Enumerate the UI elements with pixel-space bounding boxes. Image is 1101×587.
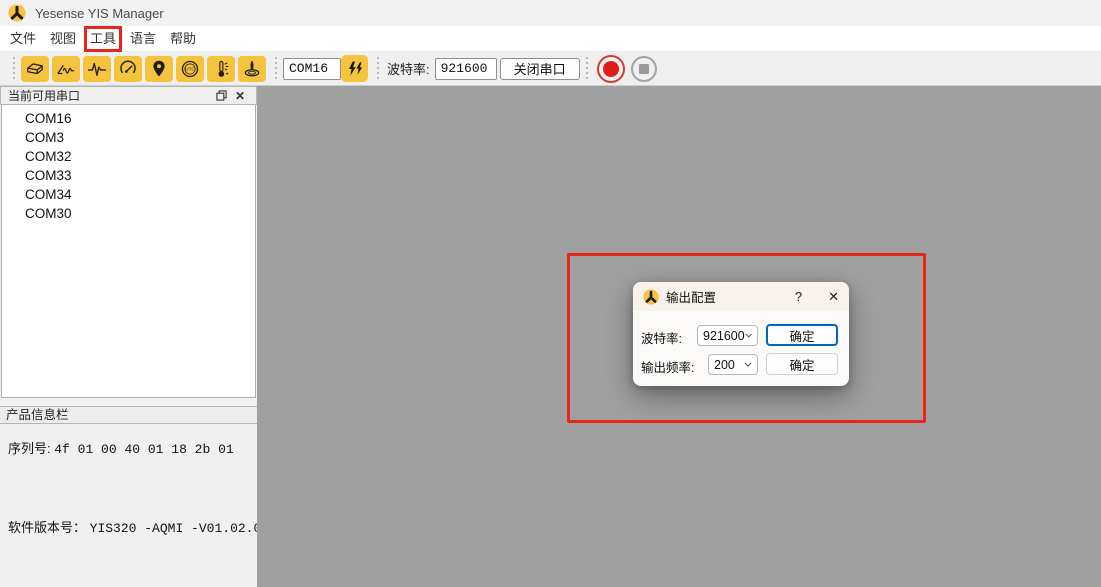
dialog-close-button[interactable]: ✕	[828, 290, 839, 303]
svg-text:UTC: UTC	[185, 66, 195, 71]
double-lightning-icon	[346, 60, 364, 78]
dialog-freq-ok-button[interactable]: 确定	[766, 353, 838, 375]
baud-rate-value: 921600	[441, 61, 488, 76]
record-icon	[603, 61, 619, 77]
dialog-freq-select[interactable]: 200	[708, 354, 758, 375]
dialog-title-bar: 输出配置 ? ✕	[633, 282, 849, 311]
ports-panel-header: 当前可用串口 ✕	[0, 86, 257, 105]
toolbar-drag-handle[interactable]	[585, 57, 589, 81]
close-serial-port-button[interactable]: 关闭串口	[500, 58, 580, 80]
location-button[interactable]	[145, 56, 173, 82]
left-dock: 当前可用串口 ✕ COM16 COM3 COM32 COM33 COM34 CO…	[0, 86, 257, 587]
location-pin-icon	[150, 59, 168, 79]
refresh-ports-button[interactable]	[341, 55, 368, 82]
record-button[interactable]	[597, 55, 625, 83]
window-title: Yesense YIS Manager	[35, 6, 164, 21]
toolbar-drag-handle[interactable]	[376, 57, 380, 81]
chevron-down-icon	[745, 333, 752, 338]
dialog-help-button[interactable]: ?	[795, 289, 802, 304]
menu-item-language[interactable]: 语言	[123, 26, 163, 51]
utc-clock-button[interactable]: UTC	[176, 56, 204, 82]
gauge-button[interactable]	[114, 56, 142, 82]
app-logo-icon	[643, 289, 659, 305]
com-port-value: COM16	[289, 61, 328, 76]
pressure-icon	[242, 59, 262, 79]
stop-icon	[639, 64, 649, 74]
serial-number-label: 序列号:	[8, 441, 51, 456]
dialog-title: 输出配置	[666, 287, 716, 306]
serial-number-row: 序列号: 4f 01 00 40 01 18 2b 01	[8, 438, 234, 457]
menu-item-tools[interactable]: 工具	[83, 26, 123, 51]
baud-rate-select[interactable]: 921600	[435, 58, 497, 80]
thermometer-icon	[211, 59, 231, 79]
angle-wave-icon	[55, 60, 77, 78]
list-item-port[interactable]: COM16	[2, 109, 255, 128]
waveform-button[interactable]	[83, 56, 111, 82]
list-item-port[interactable]: COM3	[2, 128, 255, 147]
close-panel-button[interactable]: ✕	[231, 89, 249, 103]
ports-panel-title: 当前可用串口	[8, 87, 80, 104]
dialog-baud-label: 波特率:	[641, 328, 682, 347]
pressure-button[interactable]	[238, 56, 266, 82]
dialog-baud-select[interactable]: 921600	[697, 325, 758, 346]
product-info-header: 产品信息栏	[0, 406, 257, 424]
float-panel-button[interactable]	[212, 90, 231, 101]
baud-rate-label: 波特率:	[387, 59, 430, 78]
serial-number-value: 4f 01 00 40 01 18 2b 01	[54, 442, 233, 457]
temperature-button[interactable]	[207, 56, 235, 82]
menu-item-help[interactable]: 帮助	[163, 26, 203, 51]
dialog-freq-value: 200	[714, 358, 735, 372]
dialog-baud-ok-button[interactable]: 确定	[766, 324, 838, 346]
list-item-port[interactable]: COM32	[2, 147, 255, 166]
dialog-freq-label: 输出频率:	[641, 357, 694, 376]
chevron-down-icon	[487, 66, 493, 72]
chevron-down-icon	[744, 362, 752, 367]
stop-button[interactable]	[631, 56, 657, 82]
menu-item-file[interactable]: 文件	[3, 26, 43, 51]
list-item-port[interactable]: COM30	[2, 204, 255, 223]
product-info-body: 序列号: 4f 01 00 40 01 18 2b 01 软件版本号： YIS3…	[0, 424, 257, 587]
com-port-select[interactable]: COM16	[283, 58, 341, 80]
dialog-baud-value: 921600	[703, 329, 745, 343]
float-window-icon	[216, 90, 227, 101]
menu-bar: 文件 视图 工具 语言 帮助	[0, 26, 1101, 52]
3d-view-button[interactable]	[21, 56, 49, 82]
cube-3d-icon	[24, 60, 46, 78]
output-config-dialog: 输出配置 ? ✕ 波特率: 921600 确定 输出频率: 200 确定	[633, 282, 849, 386]
software-version-label: 软件版本号：	[8, 520, 86, 535]
toolbar: UTC COM16 波特率: 921600	[0, 52, 1101, 86]
list-item-port[interactable]: COM33	[2, 166, 255, 185]
list-item-port[interactable]: COM34	[2, 185, 255, 204]
serial-port-list: COM16 COM3 COM32 COM33 COM34 COM30	[1, 105, 256, 398]
app-logo-icon	[8, 4, 26, 22]
close-icon: ✕	[235, 89, 245, 103]
menu-item-view[interactable]: 视图	[43, 26, 83, 51]
waveform-icon	[86, 60, 108, 78]
gauge-icon	[118, 59, 138, 79]
software-version-row: 软件版本号： YIS320 -AQMI -V01.02.03;	[8, 517, 277, 536]
chevron-down-icon	[328, 66, 335, 72]
toolbar-drag-handle[interactable]	[12, 57, 16, 81]
title-bar: Yesense YIS Manager	[0, 0, 1101, 26]
utc-clock-icon: UTC	[180, 59, 200, 79]
software-version-value: YIS320 -AQMI -V01.02.03;	[90, 521, 277, 536]
attitude-wave-button[interactable]	[52, 56, 80, 82]
toolbar-drag-handle[interactable]	[274, 57, 278, 81]
